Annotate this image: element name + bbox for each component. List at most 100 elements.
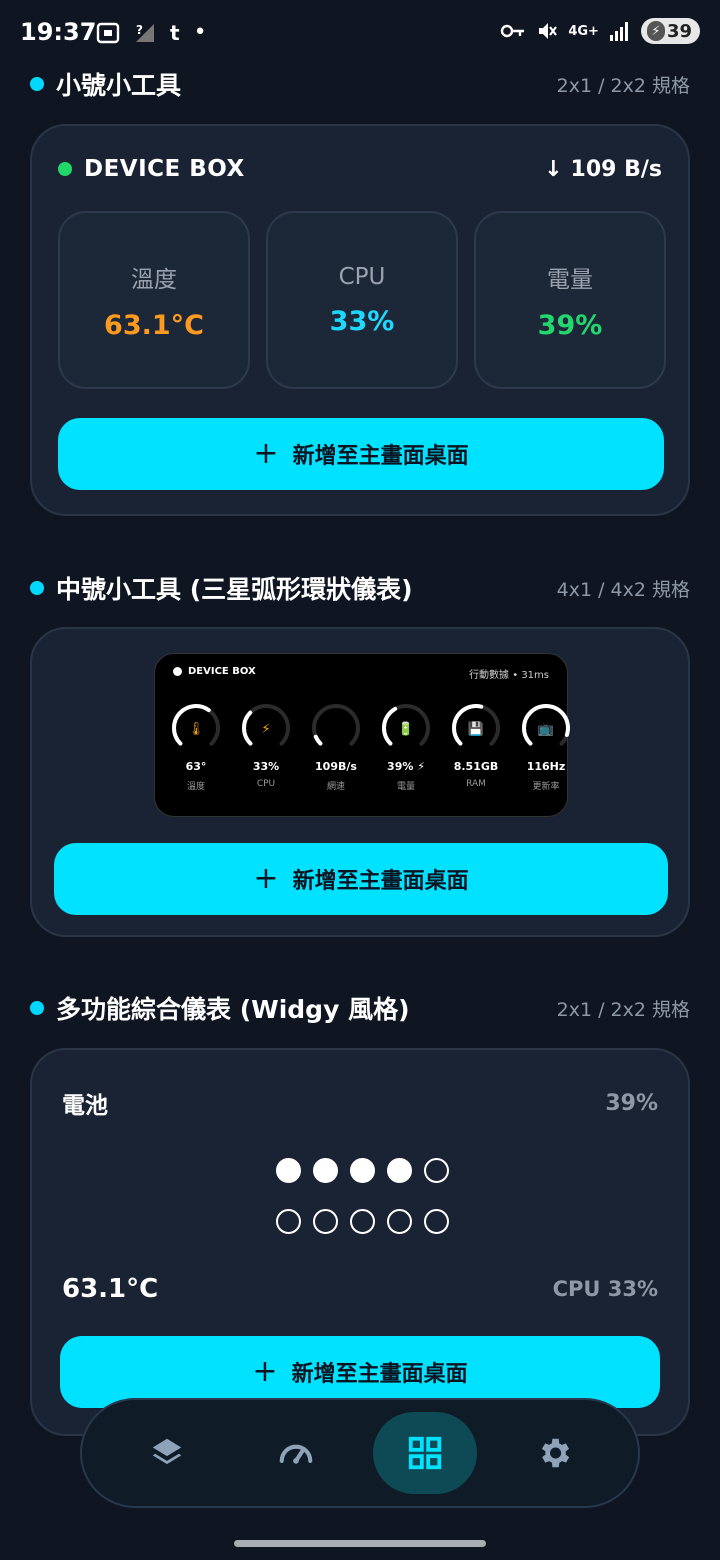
battery-dots-row: [32, 1158, 692, 1183]
tile-label: CPU: [338, 263, 386, 290]
battery-dot: [423, 1158, 449, 1183]
gauge-label: 溫度: [186, 782, 205, 792]
gauge-value: 116Hz: [526, 760, 566, 773]
widgets-grid-icon: [408, 1436, 441, 1470]
battery-dot: [386, 1209, 412, 1234]
speedometer-icon: [279, 1444, 312, 1464]
device-name: DEVICE BOX: [84, 156, 245, 182]
add-small-widget-button[interactable]: + 新增至主畫面桌面: [58, 418, 664, 490]
section-bullet: [30, 1001, 44, 1015]
gauge-value: 8.51GB: [453, 760, 499, 773]
network-type: 4G+: [568, 23, 599, 39]
preview-device-name: DEVICE BOX: [188, 666, 256, 677]
battery-dot: [423, 1209, 449, 1234]
battery-dot: [349, 1158, 375, 1183]
gauge-網速: 109B/s 網速: [301, 700, 371, 792]
gauge-CPU: ⚡ 33% CPU: [231, 700, 301, 792]
section-small-header: 小號小工具 2x1 / 2x2 規格: [30, 66, 690, 102]
add-button-label: 新增至主畫面桌面: [292, 869, 469, 894]
gauge-arc: 🌡: [172, 704, 220, 752]
gauge-label: RAM: [466, 779, 486, 789]
add-button-label: 新增至主畫面桌面: [292, 444, 469, 469]
section-medium-header: 中號小工具 (三星弧形環狀儀表) 4x1 / 4x2 規格: [30, 570, 690, 606]
medium-widget-preview: DEVICE BOX 行動數據 • 31ms 🌡 63° 溫度 ⚡ 33% CPU 109B…: [154, 653, 570, 817]
gauge-RAM: 💾 8.51GB RAM: [441, 700, 511, 792]
bottom-navigation: [80, 1398, 640, 1508]
medium-widget-card: DEVICE BOX 行動數據 • 31ms 🌡 63° 溫度 ⚡ 33% CPU 109B…: [30, 627, 690, 937]
preview-status: 行動數據 • 31ms: [469, 670, 549, 681]
notification-dot-icon: •: [193, 20, 207, 45]
floppy-icon: 💾: [468, 721, 484, 737]
temperature-tile: 溫度 63.1°C: [58, 211, 250, 389]
plus-icon: +: [253, 436, 279, 471]
section-title: 中號小工具 (三星弧形環狀儀表): [56, 575, 413, 604]
gauge-label: 網速: [326, 782, 345, 792]
section-bullet: [30, 581, 44, 595]
signal-unknown-icon: ?: [136, 23, 154, 42]
gauge-arc: [312, 704, 360, 752]
vpn-key-icon: [501, 24, 525, 38]
battery-dot: [349, 1209, 375, 1234]
gauge-arc: 🔋: [382, 704, 430, 752]
small-widget-card: DEVICE BOX ↓ 109 B/s 溫度 63.1°C CPU 33% 電量…: [30, 124, 690, 516]
plus-icon: +: [253, 861, 279, 896]
section-size: 2x1 / 2x2 規格: [556, 74, 690, 97]
status-notification-icons: ? t •: [96, 20, 207, 45]
tile-value: 39%: [537, 309, 603, 341]
thermometer-icon: 🌡: [188, 721, 205, 737]
tile-label: 電量: [547, 266, 593, 293]
gauge-label: CPU: [256, 779, 276, 789]
monitor-icon: 📺: [538, 722, 554, 737]
section-title: 小號小工具: [56, 71, 182, 100]
battery-icon: 🔋: [398, 721, 414, 737]
gauge-value: 33%: [252, 760, 280, 773]
online-dot: [58, 162, 72, 176]
section-bullet: [30, 77, 44, 91]
nav-layers[interactable]: [115, 1412, 219, 1494]
gauge-電量: 🔋 39% ⚡ 電量: [371, 700, 441, 792]
signal-bars-icon: [609, 22, 628, 41]
temperature-value: 63.1°C: [62, 1274, 159, 1304]
nav-widgets[interactable]: [372, 1412, 477, 1494]
download-arrow-icon: ↓: [544, 156, 563, 182]
gauge-溫度: 🌡 63° 溫度: [161, 700, 231, 792]
svg-text:?: ?: [136, 23, 143, 37]
gauge-value: 63°: [185, 760, 207, 773]
tile-value: 63.1°C: [104, 309, 204, 341]
battery-dot: [275, 1158, 301, 1183]
battery-level: 39: [666, 20, 692, 42]
battery-dot: [275, 1209, 301, 1234]
nav-dashboard[interactable]: [244, 1412, 348, 1494]
charging-bolt-icon: ⚡: [646, 21, 665, 41]
status-time: 19:37: [20, 18, 97, 46]
settings-gear-icon: [541, 1438, 569, 1468]
gauge-value: 39% ⚡: [387, 760, 425, 773]
gauge-arc: 📺: [522, 704, 570, 752]
section-size: 4x1 / 4x2 規格: [556, 578, 690, 601]
section-size: 2x1 / 2x2 規格: [556, 998, 690, 1021]
tile-value: 33%: [329, 305, 395, 337]
gauge-arc: 💾: [452, 704, 500, 752]
network-speed: 109 B/s: [570, 156, 662, 182]
section-title: 多功能綜合儀表 (Widgy 風格): [56, 995, 410, 1024]
battery-percent: 39%: [605, 1090, 658, 1116]
battery-dot: [312, 1209, 338, 1234]
app-t-icon: t: [170, 20, 180, 45]
widgy-widget-card: 電池 39% 63.1°C CPU 33% + 新增至主畫面桌面: [30, 1048, 690, 1436]
gauge-label: 更新率: [532, 782, 560, 792]
nav-settings[interactable]: [502, 1412, 606, 1494]
battery-indicator: ⚡ 39: [640, 18, 700, 44]
battery-dot: [386, 1158, 412, 1183]
battery-dot: [312, 1158, 338, 1183]
screenshot-icon: [96, 22, 120, 43]
cpu-tile: CPU 33%: [266, 211, 458, 389]
mute-icon: [539, 23, 558, 39]
plus-icon: +: [252, 1354, 278, 1389]
gauge-更新率: 📺 116Hz 更新率: [511, 700, 581, 792]
battery-label: 電池: [62, 1093, 108, 1119]
battery-dots-row: [32, 1209, 692, 1234]
home-indicator[interactable]: [234, 1540, 486, 1547]
battery-tile: 電量 39%: [474, 211, 666, 389]
gauge-value: 109B/s: [315, 760, 357, 773]
add-medium-widget-button[interactable]: + 新增至主畫面桌面: [54, 843, 668, 915]
